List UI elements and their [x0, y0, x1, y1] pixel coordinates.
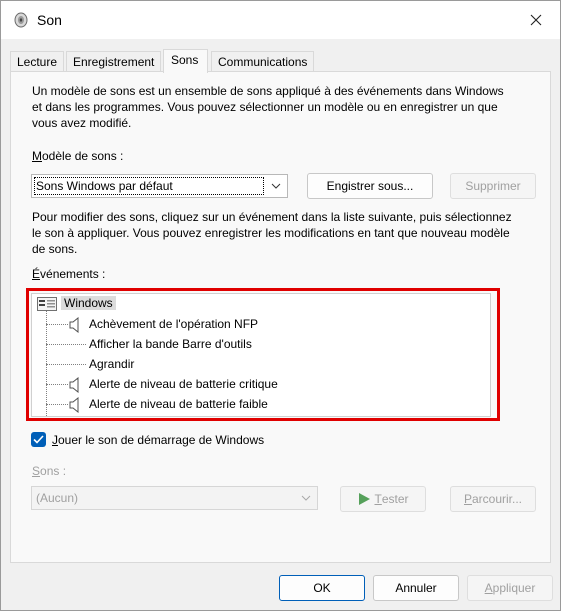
tab-enregistrement[interactable]: Enregistrement — [66, 51, 162, 72]
event-label: Alerte de niveau de batterie critique — [89, 377, 278, 391]
event-item[interactable]: Alerte de niveau de batterie critique — [32, 375, 472, 395]
events-label: Événements : — [32, 267, 106, 281]
chevron-down-icon — [265, 175, 287, 197]
ok-button[interactable]: OK — [279, 575, 365, 601]
save-as-button[interactable]: En g istrer sous... — [307, 173, 433, 199]
tab-communications[interactable]: Communications — [211, 51, 315, 72]
browse-button[interactable]: Parcourir... — [450, 486, 536, 512]
dialog-footer: OK Annuler Appliquer — [1, 564, 560, 610]
startup-sound-checkbox[interactable] — [31, 432, 46, 447]
event-item[interactable]: Agrandir — [32, 355, 472, 375]
tab-sons[interactable]: Sons — [163, 49, 209, 73]
sons-panel: Un modèle de sons est un ensemble de son… — [10, 71, 551, 563]
sound-scheme-select[interactable]: Sons Windows par défaut — [31, 174, 288, 198]
events-tree[interactable]: Windows Achèvement de l'opération NFP Af… — [31, 293, 491, 417]
speaker-app-icon — [13, 12, 29, 28]
cancel-button[interactable]: Annuler — [373, 575, 459, 601]
sounds-label: Sons : — [32, 464, 67, 478]
speaker-icon — [69, 316, 81, 336]
test-button[interactable]: Tester — [340, 486, 426, 512]
event-label: Afficher la bande Barre d'outils — [89, 337, 252, 351]
event-label: Agrandir — [89, 357, 135, 371]
chevron-down-icon — [295, 487, 317, 509]
sound-file-value: (Aucun) — [36, 491, 79, 505]
sound-scheme-value: Sons Windows par défaut — [36, 179, 173, 193]
tree-root-label: Windows — [61, 296, 116, 310]
event-label: Achèvement de l'opération NFP — [89, 317, 259, 331]
event-label: Alerte de niveau de batterie faible — [89, 397, 268, 411]
event-item[interactable]: Alerte de niveau de batterie faible — [32, 395, 472, 415]
apply-button[interactable]: Appliquer — [467, 575, 553, 601]
close-icon — [530, 14, 542, 26]
modify-instructions: Pour modifier des sons, cliquez sur un é… — [32, 210, 512, 256]
speaker-icon — [69, 376, 81, 396]
sound-file-select[interactable]: (Aucun) — [31, 486, 318, 510]
speaker-icon — [69, 396, 81, 416]
play-icon — [359, 493, 371, 505]
sound-dialog: Son Lecture Enregistrement Sons Communic… — [0, 0, 561, 611]
startup-sound-label[interactable]: Jouer le son de démarrage de Windows — [52, 432, 264, 448]
title-bar: Son — [1, 1, 560, 39]
tree-root-windows[interactable]: Windows — [32, 294, 472, 314]
scheme-label: Modèle de sons : — [32, 149, 124, 163]
close-button[interactable] — [514, 1, 558, 39]
checkmark-icon — [33, 435, 44, 444]
windows-app-icon — [37, 297, 57, 314]
delete-button[interactable]: Supprimer — [450, 173, 536, 199]
event-item[interactable]: Achèvement de l'opération NFP — [32, 315, 472, 335]
tab-lecture[interactable]: Lecture — [10, 51, 65, 72]
window-title: Son — [37, 12, 62, 28]
event-item[interactable]: Afficher la bande Barre d'outils — [32, 335, 472, 355]
scheme-description: Un modèle de sons est un ensemble de son… — [32, 84, 504, 130]
